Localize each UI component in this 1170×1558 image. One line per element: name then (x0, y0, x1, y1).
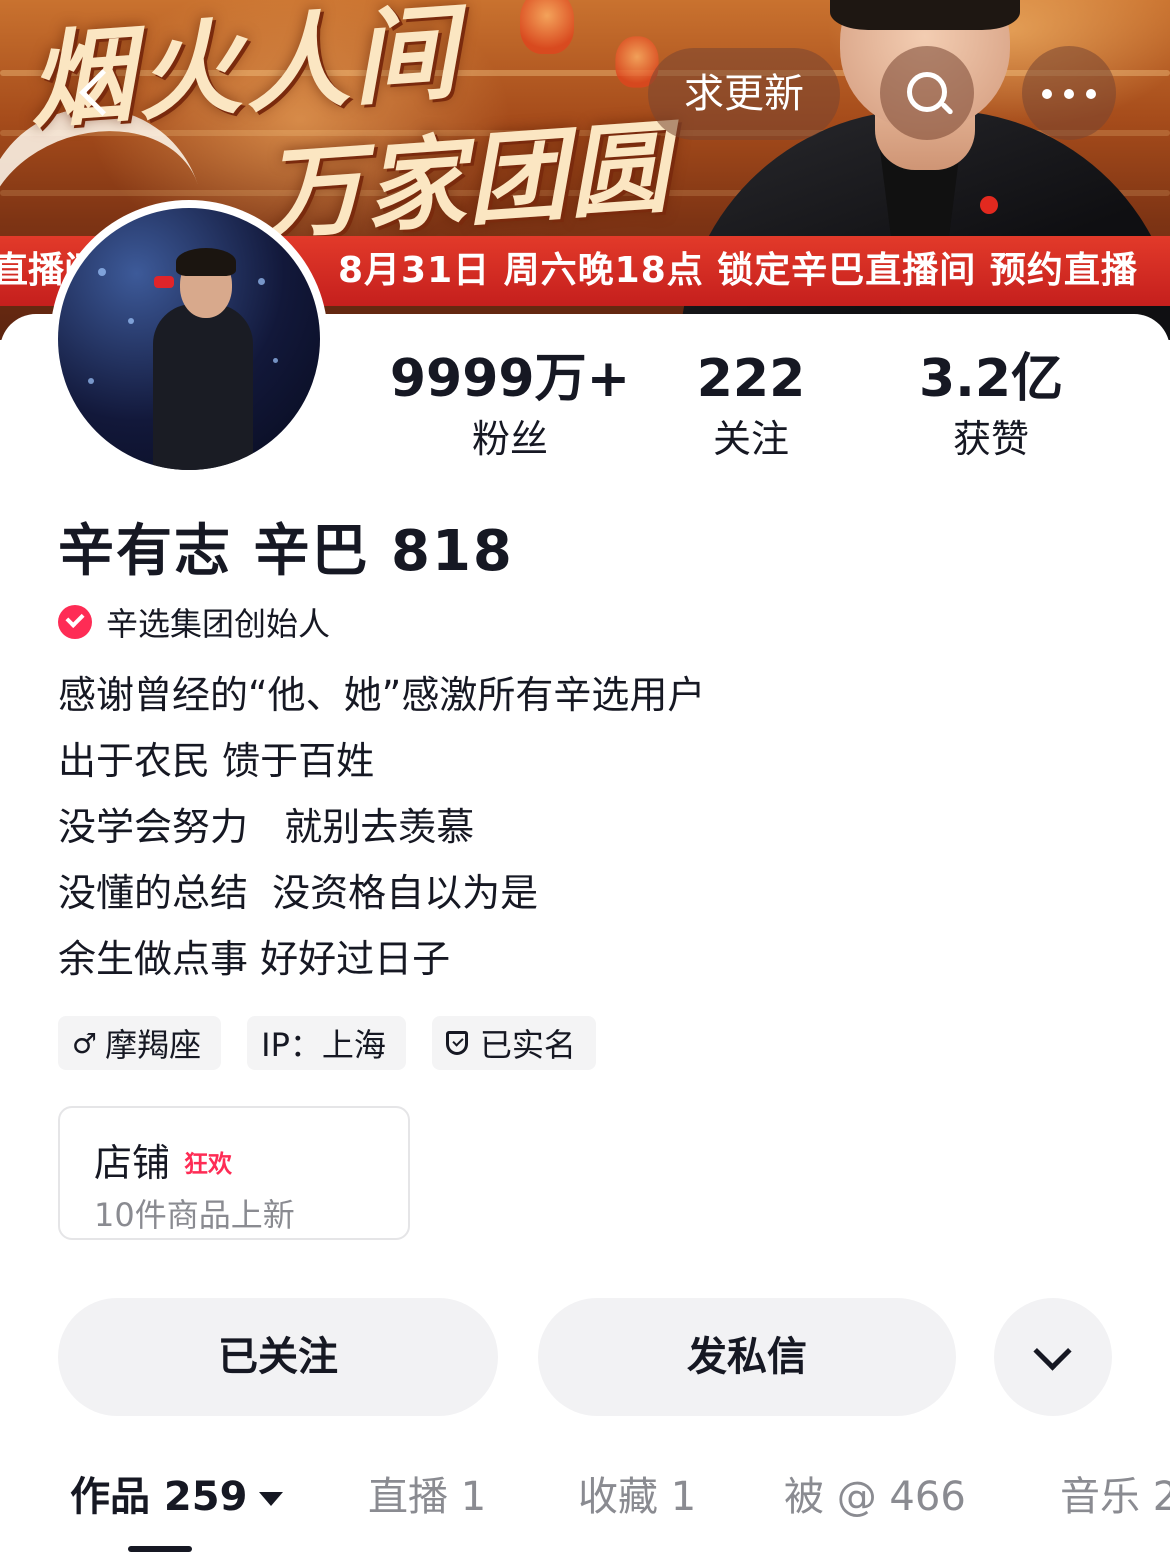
tab-mentioned[interactable]: 被 @ 466 (784, 1470, 966, 1524)
tag-ip-label: IP：上海 (261, 1026, 386, 1064)
stat-following-label: 关注 (712, 417, 789, 461)
tab-works-label: 作品 259 (70, 1474, 248, 1520)
stat-following-value: 222 (696, 349, 806, 409)
active-tab-indicator (128, 1546, 192, 1552)
back-button[interactable] (54, 46, 146, 138)
followed-button[interactable]: 已关注 (58, 1298, 498, 1416)
stat-fans-label: 粉丝 (471, 417, 548, 461)
search-button[interactable] (880, 46, 974, 140)
more-options-button[interactable] (1022, 46, 1116, 140)
tab-music[interactable]: 音乐 2 (1060, 1470, 1170, 1524)
stat-fans-value: 9999万+ (389, 349, 631, 409)
tab-live[interactable]: 直播 1 (368, 1470, 486, 1524)
verified-check-icon (58, 605, 92, 639)
expand-more-button[interactable] (994, 1298, 1112, 1416)
chevron-down-icon (1033, 1332, 1072, 1371)
profile-name: 辛有志 辛巴 818 (58, 519, 514, 584)
stat-likes-label: 获赞 (952, 417, 1029, 461)
bio-line: 出于农民 馈于百姓 (58, 739, 375, 783)
tag-realname-label: 已实名 (479, 1026, 576, 1064)
tag-realname[interactable]: 已实名 (431, 1016, 596, 1070)
bio-line: 余生做点事 好好过日子 (58, 937, 451, 981)
verification-text: 辛选集团创始人 (106, 605, 331, 643)
request-update-button[interactable]: 求更新 (648, 48, 840, 140)
caret-down-icon (259, 1492, 284, 1506)
bio-line: 没懂的总结 没资格自以为是 (58, 871, 539, 915)
banner-calligraphy-subtitle: 万家团圆 (258, 107, 675, 255)
banner-strip-text: 8月31日 周六晚18点 锁定辛巴直播间 预约直播 (338, 250, 1138, 291)
tab-works[interactable]: 作品 259 (70, 1470, 284, 1524)
shop-title: 店铺 (94, 1141, 171, 1185)
shield-check-icon (445, 1031, 468, 1055)
profile-tags: ♂ 摩羯座 IP：上海 已实名 (58, 1016, 622, 1070)
shop-card[interactable]: 店铺 狂欢 10件商品上新 (58, 1106, 410, 1240)
tab-favorites[interactable]: 收藏 1 (578, 1470, 696, 1524)
shop-promo-badge: 狂欢 (184, 1150, 232, 1178)
verification-badge: 辛选集团创始人 (58, 600, 330, 644)
lantern-decoration (520, 0, 574, 54)
content-tabs: 作品 259 直播 1 收藏 1 被 @ 466 音乐 2 (0, 1470, 1170, 1558)
bio-line: 感谢曾经的“他、她”感激所有辛选用户 (58, 673, 706, 717)
shop-subtitle: 10件商品上新 (94, 1196, 295, 1234)
stat-fans[interactable]: 9999万+ 粉丝 (388, 346, 632, 466)
male-icon: ♂ (72, 1026, 98, 1060)
avatar-photo (58, 208, 320, 470)
profile-bio: 感谢曾经的“他、她”感激所有辛选用户 出于农民 馈于百姓 没学会努力 就别去羡慕… (58, 662, 705, 992)
tag-zodiac: ♂ 摩羯座 (58, 1016, 222, 1070)
tag-ip-location: IP：上海 (247, 1016, 406, 1070)
tag-zodiac-label: 摩羯座 (105, 1026, 202, 1064)
stat-following[interactable]: 222 关注 (660, 346, 842, 466)
stat-likes[interactable]: 3.2亿 获赞 (900, 346, 1082, 466)
bio-line: 没学会努力 就别去羡慕 (58, 805, 475, 849)
stat-likes-value: 3.2亿 (918, 349, 1064, 409)
send-message-button[interactable]: 发私信 (538, 1298, 956, 1416)
avatar[interactable] (50, 200, 328, 478)
